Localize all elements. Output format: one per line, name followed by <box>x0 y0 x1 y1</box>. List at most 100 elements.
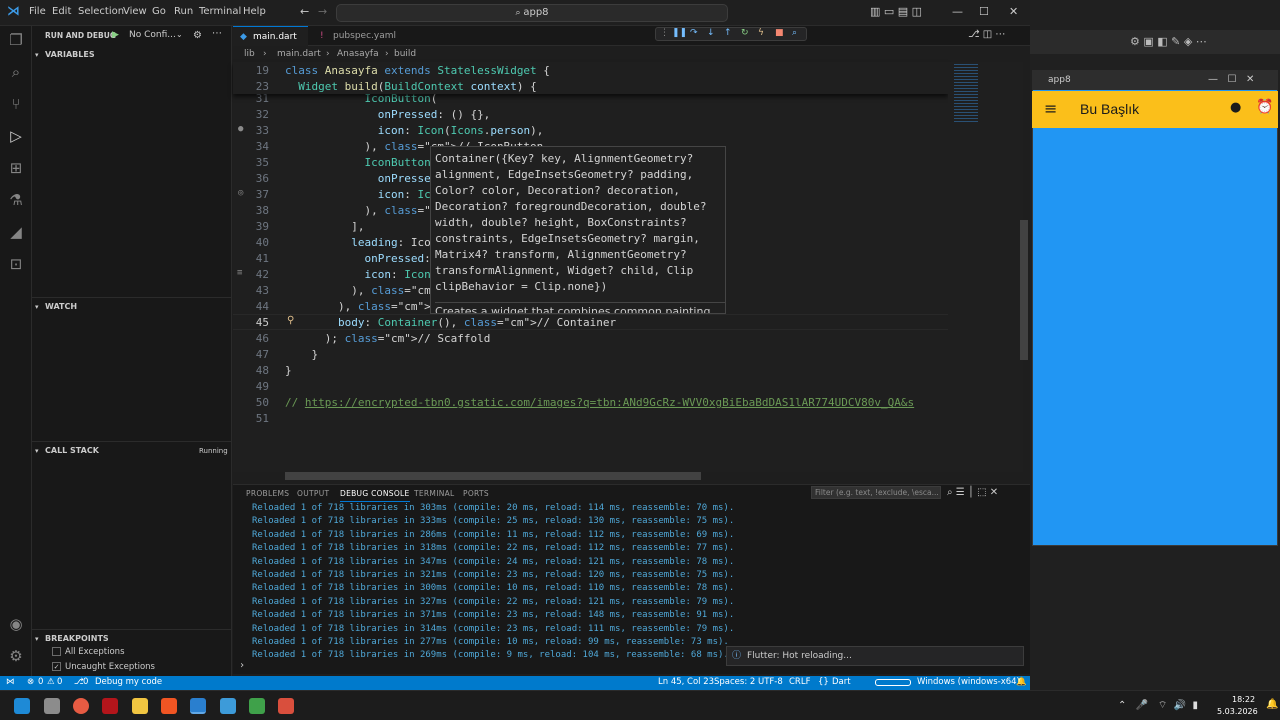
tab-debug-console[interactable]: DEBUG CONSOLE <box>340 489 410 502</box>
restart-icon[interactable]: ↻ <box>741 28 749 38</box>
menu-terminal[interactable]: Terminal <box>199 6 241 17</box>
alarm-icon[interactable]: ⏰ <box>1256 99 1273 115</box>
checkbox-checked-icon[interactable]: ✓ <box>52 662 61 671</box>
warnings-icon[interactable]: ⚠ <box>47 677 55 687</box>
notification-icon[interactable]: 🔔 <box>1266 699 1278 710</box>
notifications-bell-icon[interactable]: 🔔 <box>1016 677 1027 687</box>
stop-icon[interactable]: ■ <box>775 28 784 38</box>
more-actions-icon[interactable]: ⋯ <box>212 28 222 39</box>
search-icon[interactable]: ⌕ <box>6 62 26 82</box>
breadcrumb-item[interactable]: build <box>394 49 416 59</box>
tray-icons[interactable]: ⌃ 🎤 ⌔ 🔊 ▮ <box>1118 699 1198 712</box>
devtools-icon[interactable]: ⌕ <box>792 28 797 38</box>
menu-help[interactable]: Help <box>243 6 266 17</box>
file-explorer-icon[interactable] <box>132 698 148 714</box>
tab-problems[interactable]: PROBLEMS <box>246 489 289 498</box>
tab-terminal[interactable]: TERMINAL <box>414 489 455 498</box>
ports-count[interactable]: 0 <box>83 677 88 687</box>
step-out-icon[interactable]: ↑ <box>724 28 732 38</box>
account-icon[interactable]: ◉ <box>6 614 26 634</box>
brave-browser-icon[interactable] <box>161 698 177 714</box>
step-over-icon[interactable]: ↷ <box>690 28 698 38</box>
clock-time[interactable]: 18:22 <box>1232 695 1255 704</box>
line-ending[interactable]: CRLF <box>789 677 810 687</box>
errors-icon[interactable]: ⊗ <box>27 677 34 687</box>
task-view-icon[interactable] <box>44 698 60 714</box>
editor-vertical-scrollbar[interactable] <box>1020 220 1028 360</box>
flutter-icon[interactable]: ◢ <box>6 222 26 242</box>
android-studio-icon[interactable] <box>249 698 265 714</box>
clock-date[interactable]: 5.03.2026 <box>1217 707 1258 716</box>
person-icon[interactable]: ● <box>1230 100 1241 115</box>
drag-handle-icon[interactable]: ⋮ <box>660 28 669 38</box>
breakpoint-item[interactable]: All Exceptions <box>52 647 125 657</box>
pause-icon[interactable]: ❚❚ <box>672 28 687 38</box>
menu-go[interactable]: Go <box>152 6 166 17</box>
windows-start-icon[interactable] <box>14 698 30 714</box>
breadcrumb-item[interactable]: lib <box>244 49 255 59</box>
gear-icon[interactable]: ⚙ <box>193 30 202 41</box>
layout-toggle-icons[interactable]: ▥ ▭ ▤ ◫ <box>870 5 922 18</box>
indentation[interactable]: Spaces: 2 <box>714 677 755 687</box>
app-window-controls[interactable]: — ☐ ✕ <box>1208 70 1254 90</box>
lightbulb-icon[interactable]: ⚲ <box>287 315 294 326</box>
watch-section[interactable]: ▾ WATCH <box>32 297 232 315</box>
debug-mode[interactable]: Debug my code <box>95 677 162 687</box>
run-debug-icon[interactable]: ▷ <box>6 126 26 146</box>
source-control-icon[interactable]: ⑂ <box>6 94 26 114</box>
step-into-icon[interactable]: ↓ <box>707 28 715 38</box>
breakpoints-section[interactable]: ▾ BREAKPOINTS <box>32 629 232 647</box>
variables-section[interactable]: ▾ VARIABLES <box>32 46 232 64</box>
line-number: 32 <box>255 108 269 121</box>
warnings-count[interactable]: 0 <box>57 677 62 687</box>
menu-selection[interactable]: Selection <box>78 6 124 17</box>
menu-edit[interactable]: Edit <box>52 6 71 17</box>
menu-run[interactable]: Run <box>174 6 193 17</box>
tab-main-dart[interactable]: ◆ main.dart <box>233 26 308 46</box>
testing-icon[interactable]: ⚗ <box>6 190 26 210</box>
app-taskbar-icon[interactable] <box>278 698 294 714</box>
launch-config-select[interactable]: No Confi... <box>129 30 176 40</box>
extensions-icon[interactable]: ⊞ <box>6 158 26 178</box>
target-device[interactable]: Windows (windows-x64) <box>917 677 1020 687</box>
close-button[interactable]: ✕ <box>1009 5 1018 18</box>
menu-view[interactable]: View <box>123 6 147 17</box>
forward-arrow-icon[interactable]: → <box>318 5 327 18</box>
encoding[interactable]: UTF-8 <box>758 677 783 687</box>
explorer-icon[interactable]: ❐ <box>6 30 26 50</box>
breadcrumb-item[interactable]: Anasayfa <box>337 49 379 59</box>
checkbox[interactable] <box>52 647 61 656</box>
menu-file[interactable]: File <box>29 6 46 17</box>
hot-reload-icon[interactable]: ϟ <box>758 28 764 38</box>
command-center-search[interactable]: ⌕ app8 <box>336 4 728 22</box>
remote-icon[interactable]: ⋈ <box>6 677 15 687</box>
menu-icon[interactable]: ≡ <box>1044 99 1057 118</box>
tab-pubspec-yaml[interactable]: ! pubspec.yaml <box>313 26 403 46</box>
minimap[interactable] <box>948 62 1023 472</box>
copilot-icon[interactable] <box>73 698 89 714</box>
minimize-button[interactable]: — <box>952 5 963 18</box>
breadcrumb-item[interactable]: main.dart <box>277 49 321 59</box>
errors-count[interactable]: 0 <box>38 677 43 687</box>
browser-extension-icons[interactable]: ⚙ ▣ ◧ ✎ ◈ ⋯ <box>1130 35 1207 48</box>
console-filter-input[interactable]: Filter (e.g. text, !exclude, \esca... <box>811 486 941 499</box>
start-debug-icon[interactable]: ▶ <box>112 30 119 40</box>
callstack-section[interactable]: ▾ CALL STACK Running <box>32 441 232 459</box>
remote-explorer-icon[interactable]: ⊡ <box>6 254 26 274</box>
breakpoint-item[interactable]: ✓ Uncaught Exceptions <box>52 662 155 672</box>
tab-ports[interactable]: PORTS <box>463 489 489 498</box>
language-mode[interactable]: Dart <box>832 677 851 687</box>
editor-actions-icons[interactable]: ⎇ ◫ ⋯ <box>968 29 1005 40</box>
settings-gear-icon[interactable]: ⚙ <box>6 646 26 666</box>
tab-output[interactable]: OUTPUT <box>297 489 329 498</box>
netflix-icon[interactable] <box>102 698 118 714</box>
maximize-button[interactable]: ☐ <box>979 5 989 18</box>
panel-actions-icons[interactable]: ⌕ ☰ │ ⬚ ✕ <box>947 487 998 498</box>
editor-horizontal-scrollbar[interactable] <box>285 472 701 480</box>
back-arrow-icon[interactable]: ← <box>300 5 309 18</box>
cursor-position[interactable]: Ln 45, Col 23 <box>658 677 714 687</box>
vscode-taskbar-icon[interactable] <box>190 698 206 714</box>
chevron-down-icon[interactable]: ⌄ <box>176 30 183 39</box>
console-prompt-chevron-icon[interactable]: › <box>239 660 245 671</box>
flutter-taskbar-icon[interactable] <box>220 698 236 714</box>
